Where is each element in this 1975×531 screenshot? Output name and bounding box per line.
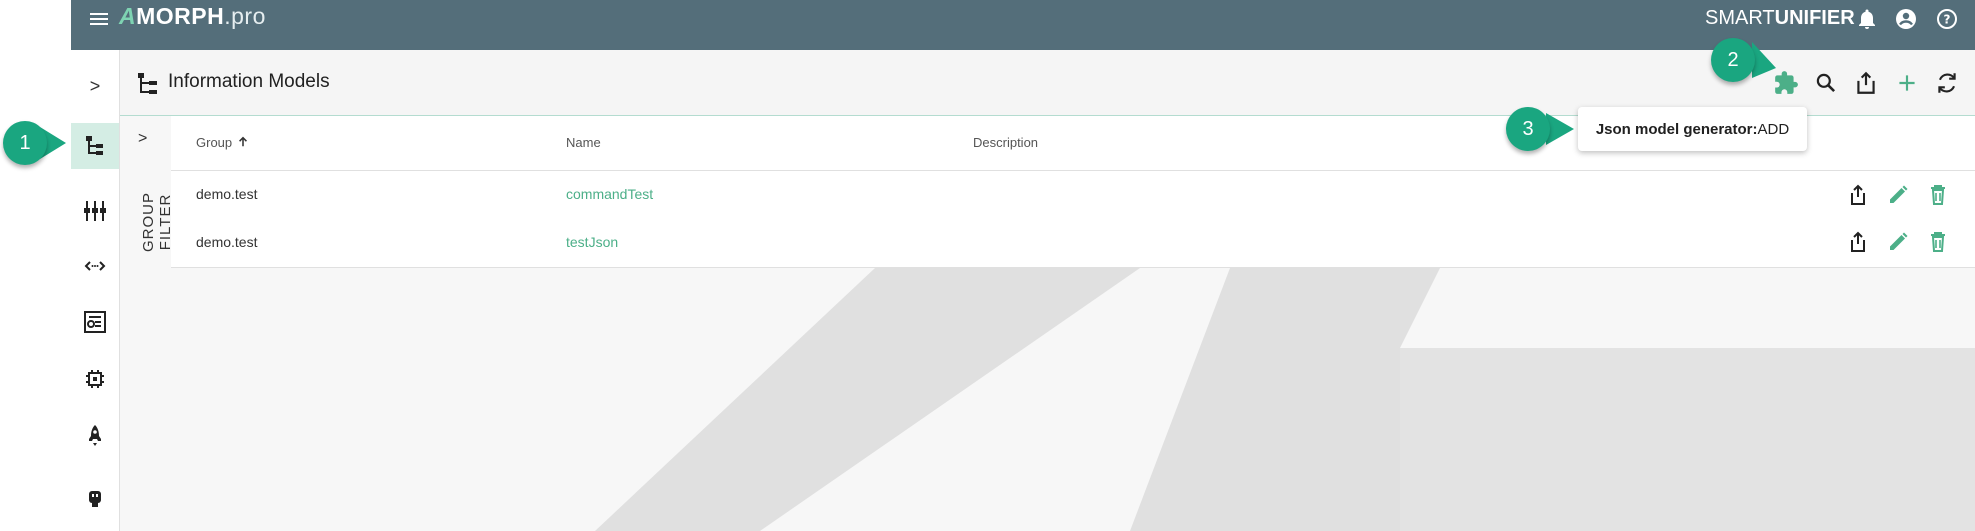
rail-item-processor[interactable] [71, 356, 119, 402]
callout-badge: 1 [3, 121, 47, 165]
export-icon[interactable] [1846, 183, 1870, 207]
table-row[interactable] [171, 219, 1975, 268]
edit-icon[interactable] [1886, 230, 1910, 254]
equalizer-icon [84, 201, 106, 221]
column-header-name[interactable]: Name [566, 135, 601, 150]
rail-item-connections[interactable] [71, 243, 119, 289]
help-icon[interactable]: ? [1935, 7, 1959, 31]
export-icon[interactable] [1853, 70, 1879, 96]
app-logo[interactable]: A MORPH .pro [119, 3, 266, 29]
account-icon[interactable] [1894, 7, 1918, 31]
chip-icon [86, 370, 104, 388]
hierarchy-icon [136, 71, 160, 102]
refresh-icon[interactable] [1934, 70, 1960, 96]
cell-name-link[interactable]: testJson [566, 234, 618, 250]
callout-badge: 2 [1711, 38, 1755, 82]
add-icon[interactable] [1894, 70, 1920, 96]
plug-icon [89, 491, 101, 507]
menu-icon[interactable] [87, 7, 111, 31]
rail-item-launch[interactable] [71, 412, 119, 458]
code-arrows-icon [84, 261, 106, 271]
search-icon[interactable] [1813, 70, 1839, 96]
hierarchy-icon [86, 136, 103, 155]
bell-icon[interactable] [1855, 7, 1879, 31]
cell-group: demo.test [196, 186, 258, 202]
cell-name-link[interactable]: commandTest [566, 186, 653, 202]
callout-badge: 3 [1506, 107, 1550, 151]
rocket-icon [89, 425, 101, 446]
cell-group: demo.test [196, 234, 258, 250]
rail-expand-button[interactable]: > [71, 63, 119, 109]
filter-expand-chevron[interactable]: > [138, 130, 147, 148]
export-icon[interactable] [1846, 230, 1870, 254]
table-row[interactable] [171, 171, 1975, 220]
svg-text:?: ? [1944, 13, 1951, 27]
tooltip: Json model generator: ADD [1578, 107, 1807, 151]
document-gear-icon [84, 311, 106, 333]
product-name: SMARTUNIFIER [1705, 7, 1855, 29]
delete-icon[interactable] [1926, 230, 1950, 254]
delete-icon[interactable] [1926, 183, 1950, 207]
arrow-up-icon [238, 136, 247, 147]
column-header-group[interactable]: Group [196, 135, 250, 150]
page-title: Information Models [168, 71, 330, 92]
rail-item-plugins[interactable] [71, 476, 119, 522]
rail-item-equalizer[interactable] [71, 188, 119, 234]
rail-item-deployments[interactable] [71, 299, 119, 345]
group-filter-label: GROUP FILTER [140, 192, 174, 253]
top-bar [71, 0, 1975, 50]
column-header-description[interactable]: Description [973, 135, 1038, 150]
edit-icon[interactable] [1886, 183, 1910, 207]
